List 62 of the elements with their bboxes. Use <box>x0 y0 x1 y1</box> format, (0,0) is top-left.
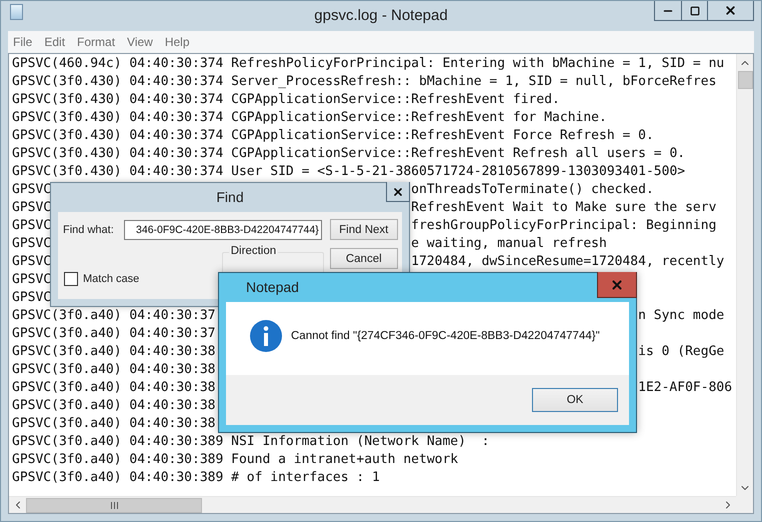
log-line: is 0 (RegGe <box>638 343 724 361</box>
log-line: GPSVC(3f0.a40) 04:40:30:389 Found a intranet+auth network <box>12 452 458 467</box>
notepad-app-icon <box>10 4 23 20</box>
close-button[interactable] <box>386 182 410 202</box>
close-button[interactable] <box>707 1 754 21</box>
log-line: GPSVC <box>12 217 52 235</box>
minimize-button[interactable] <box>654 1 682 21</box>
info-icon <box>250 320 282 352</box>
dialog-title: Find <box>216 189 244 205</box>
find-what-field[interactable]: 346-0F9C-420E-8BB3-D42204747744} <box>124 220 322 240</box>
log-line: e waiting, manual refresh <box>411 235 607 253</box>
log-line: GPSVC(3f0.430) 04:40:30:374 CGPApplicationService::RefreshEvent fired. <box>12 92 560 107</box>
log-line: GPSVC(3f0.a40) 04:40:30:38 <box>12 379 216 397</box>
log-line: GPSVC(3f0.430) 04:40:30:374 CGPApplicationService::RefreshEvent Refresh all users = 0. <box>12 146 686 161</box>
log-line: GPSVC(3f0.a40) 04:40:30:37 <box>12 307 216 325</box>
log-line: GPSVC(3f0.a40) 04:40:30:37 <box>12 326 216 341</box>
log-line: n Sync mode <box>638 307 724 325</box>
log-line: GPSVC(3f0.a40) 04:40:30:389 NSI Information (Network Name) : <box>12 434 490 449</box>
log-line: GPSVC(3f0.a40) 04:40:30:38 <box>12 416 216 431</box>
direction-label: Direction <box>228 245 278 257</box>
log-line: freshGroupPolicyForPrincipal: Beginning <box>411 217 716 235</box>
menu-item[interactable]: Edit <box>39 35 72 49</box>
log-line: 1720484, dwSinceResume=1720484, recently <box>411 253 724 271</box>
log-line: GPSVC(460.94c) 04:40:30:374 RefreshPolicyForPrincipal: Entering with bMachine = 1, SID = nu <box>12 56 724 71</box>
match-case-label: Match case <box>83 273 140 285</box>
log-line: GPSVC <box>12 290 52 305</box>
log-line: GPSVC <box>12 181 52 199</box>
log-line: GPSVC <box>12 272 52 287</box>
log-line: GPSVC <box>12 253 52 271</box>
vertical-scrollbar[interactable] <box>736 54 753 496</box>
dialog-title: Notepad <box>246 279 299 295</box>
menu-item[interactable]: View <box>122 35 160 49</box>
maximize-icon <box>690 6 700 16</box>
log-line: GPSVC <box>12 199 52 217</box>
log-line: GPSVC(3f0.a40) 04:40:30:38 <box>12 362 216 377</box>
error-message: Cannot find "{274CF346-0F9C-420E-8BB3-D42204747744}" <box>291 330 600 342</box>
log-line: GPSVC(3f0.430) 04:40:30:374 User SID = <S-1-5-21-3860571724-2810567899-1303093401-500> <box>12 164 686 179</box>
log-line: GPSVC(3f0.430) 04:40:30:374 CGPApplicationService::RefreshEvent Force Refresh = 0. <box>12 128 654 143</box>
scrollbar-thumb[interactable] <box>738 71 752 89</box>
menu-item[interactable]: Help <box>160 35 197 49</box>
match-case-checkbox[interactable] <box>64 272 78 286</box>
find-what-label: Find what: <box>63 224 114 236</box>
log-line: GPSVC(3f0.a40) 04:40:30:38 <box>12 398 216 413</box>
horizontal-scrollbar[interactable] <box>9 496 736 513</box>
dialog-button[interactable]: Cancel <box>330 248 398 269</box>
log-line: onThreadsToTerminate() checked. <box>411 181 654 199</box>
log-line: RefreshEvent Wait to Make sure the serv <box>411 199 716 217</box>
log-line: GPSVC(3f0.430) 04:40:30:374 CGPApplicationService::RefreshEvent for Machine. <box>12 110 607 125</box>
ok-button[interactable]: OK <box>532 388 618 412</box>
log-line: GPSVC(3f0.430) 04:40:30:374 Server_ProcessRefresh:: bMachine = 1, SID = null, bForceRefres <box>12 74 716 89</box>
log-line: 1E2-AF0F-806 <box>638 379 732 397</box>
log-line: GPSVC(3f0.a40) 04:40:30:38 <box>12 343 216 361</box>
close-icon <box>724 4 737 17</box>
close-icon <box>610 278 624 292</box>
window-title: gpsvc.log - Notepad <box>314 7 448 24</box>
log-line: GPSVC(3f0.a40) 04:40:30:389 # of interfaces : 1 <box>12 470 380 485</box>
log-line: GPSVC <box>12 235 52 253</box>
dialog-button[interactable]: Find Next <box>330 219 398 240</box>
scrollbar-thumb[interactable] <box>26 498 202 512</box>
close-icon <box>392 186 404 198</box>
menu-item[interactable]: File <box>8 35 40 49</box>
menu-item[interactable]: Format <box>72 35 122 49</box>
